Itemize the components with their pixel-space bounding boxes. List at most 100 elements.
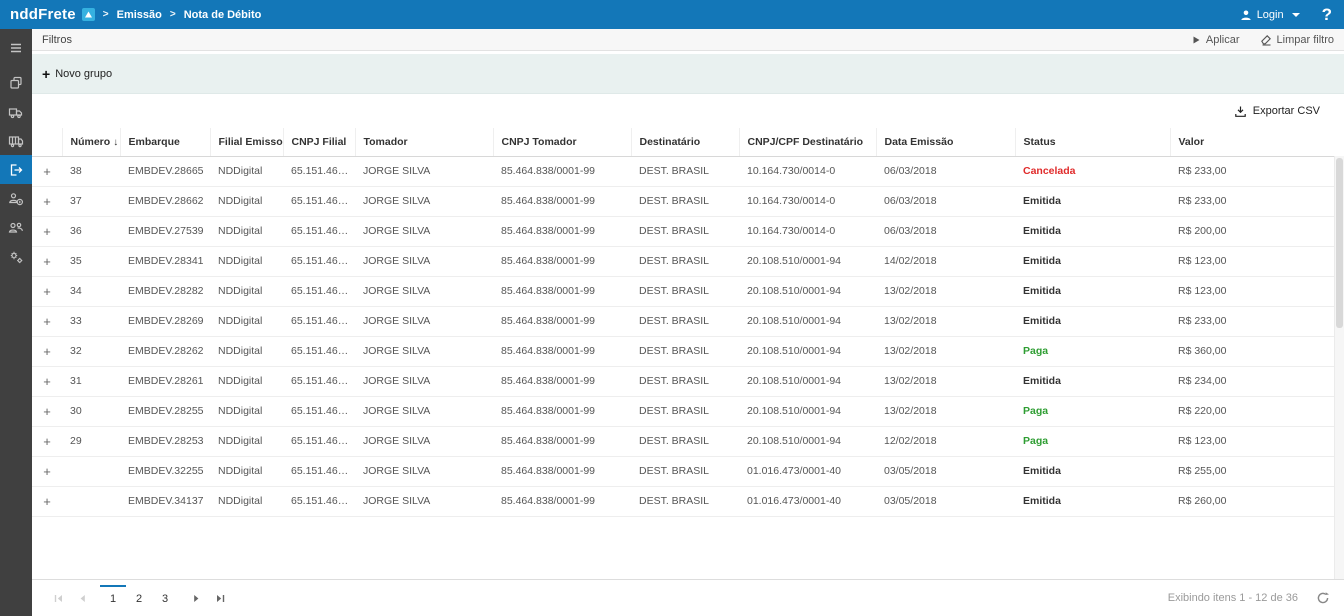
table-row[interactable]: +EMBDEV.34137NDDigital65.151.466/000...J… xyxy=(32,486,1344,516)
billing-icon xyxy=(8,191,24,207)
row-expand-button[interactable]: + xyxy=(32,216,62,246)
page-button-3[interactable]: 3 xyxy=(152,585,178,611)
column-header-cnpj_tomador[interactable]: CNPJ Tomador xyxy=(493,128,631,156)
last-page-button[interactable] xyxy=(208,586,232,610)
row-expand-button[interactable]: + xyxy=(32,186,62,216)
row-expand-button[interactable]: + xyxy=(32,306,62,336)
cell-data_emissao: 03/05/2018 xyxy=(876,486,1015,516)
column-header-tomador[interactable]: Tomador xyxy=(355,128,493,156)
table-row[interactable]: +29EMBDEV.28253NDDigital65.151.466/000..… xyxy=(32,426,1344,456)
table-row[interactable]: +30EMBDEV.28255NDDigital65.151.466/000..… xyxy=(32,396,1344,426)
cell-data_emissao: 13/02/2018 xyxy=(876,276,1015,306)
app-logo-text: nddFrete xyxy=(10,6,76,23)
cell-cnpj_filial: 65.151.466/000... xyxy=(283,456,355,486)
cell-tomador: JORGE SILVA xyxy=(355,306,493,336)
last-page-icon xyxy=(215,593,226,604)
layout: Filtros Aplicar Limpar filtro + Novo gru… xyxy=(0,29,1344,616)
table-row[interactable]: +38EMBDEV.28665NDDigital65.151.466/000..… xyxy=(32,156,1344,186)
row-expand-button[interactable]: + xyxy=(32,246,62,276)
breadcrumb-item-emissao[interactable]: Emissão xyxy=(117,9,162,21)
cell-destinatario: DEST. BRASIL xyxy=(631,216,739,246)
cell-numero: 32 xyxy=(62,336,120,366)
table-row[interactable]: +35EMBDEV.28341NDDigital65.151.466/000..… xyxy=(32,246,1344,276)
cell-destinatario: DEST. BRASIL xyxy=(631,336,739,366)
sidebar xyxy=(0,29,32,616)
row-expand-button[interactable]: + xyxy=(32,156,62,186)
cell-data_emissao: 12/02/2018 xyxy=(876,426,1015,456)
cell-numero: 37 xyxy=(62,186,120,216)
cell-cnpj_destinatario: 20.108.510/0001-94 xyxy=(739,396,876,426)
cell-valor: R$ 200,00 xyxy=(1170,216,1344,246)
cell-embarque: EMBDEV.28282 xyxy=(120,276,210,306)
sidebar-item-emission[interactable] xyxy=(0,155,32,184)
sidebar-item-fleet[interactable] xyxy=(0,126,32,155)
previous-page-button[interactable] xyxy=(70,586,94,610)
cell-numero: 35 xyxy=(62,246,120,276)
help-button[interactable]: ? xyxy=(1310,0,1344,29)
app: nddFrete > Emissão > Nota de Débito Logi… xyxy=(0,0,1344,616)
column-header-cnpj_destinatario[interactable]: CNPJ/CPF Destinatário xyxy=(739,128,876,156)
export-csv-button[interactable]: Exportar CSV xyxy=(1234,105,1320,118)
user-icon xyxy=(1240,9,1252,21)
column-header-data_emissao[interactable]: Data Emissão xyxy=(876,128,1015,156)
column-header-filial[interactable]: Filial Emissora xyxy=(210,128,283,156)
sidebar-item-billing[interactable] xyxy=(0,184,32,213)
cell-valor: R$ 123,00 xyxy=(1170,276,1344,306)
next-page-button[interactable] xyxy=(184,586,208,610)
cell-tomador: JORGE SILVA xyxy=(355,216,493,246)
new-group-button[interactable]: + Novo grupo xyxy=(42,67,112,81)
row-expand-button[interactable]: + xyxy=(32,366,62,396)
column-header-valor[interactable]: Valor xyxy=(1170,128,1344,156)
first-page-icon xyxy=(53,593,64,604)
column-header-numero[interactable]: Número↓ xyxy=(62,128,120,156)
new-group-label: Novo grupo xyxy=(55,68,112,80)
table-row[interactable]: +EMBDEV.32255NDDigital65.151.466/000...J… xyxy=(32,456,1344,486)
vertical-scrollbar[interactable] xyxy=(1334,156,1344,579)
filter-group-panel: + Novo grupo xyxy=(32,54,1344,94)
cell-destinatario: DEST. BRASIL xyxy=(631,486,739,516)
login-menu[interactable]: Login xyxy=(1230,0,1310,29)
sidebar-item-branches[interactable] xyxy=(0,68,32,97)
table-row[interactable]: +37EMBDEV.28662NDDigital65.151.466/000..… xyxy=(32,186,1344,216)
column-header-embarque[interactable]: Embarque xyxy=(120,128,210,156)
cell-status: Emitida xyxy=(1015,186,1170,216)
page-button-2[interactable]: 2 xyxy=(126,585,152,611)
apply-filter-button[interactable]: Aplicar xyxy=(1191,34,1240,46)
sidebar-item-truck[interactable] xyxy=(0,97,32,126)
filters-actions: Aplicar Limpar filtro xyxy=(1191,34,1334,46)
table-row[interactable]: +34EMBDEV.28282NDDigital65.151.466/000..… xyxy=(32,276,1344,306)
table-row[interactable]: +33EMBDEV.28269NDDigital65.151.466/000..… xyxy=(32,306,1344,336)
column-header-destinatario[interactable]: Destinatário xyxy=(631,128,739,156)
table-row[interactable]: +36EMBDEV.27539NDDigital65.151.466/000..… xyxy=(32,216,1344,246)
filters-title: Filtros xyxy=(42,34,72,46)
row-expand-button[interactable]: + xyxy=(32,486,62,516)
cell-tomador: JORGE SILVA xyxy=(355,366,493,396)
cell-filial: NDDigital xyxy=(210,336,283,366)
breadcrumb-item-nota-de-debito[interactable]: Nota de Débito xyxy=(184,9,262,21)
row-expand-button[interactable]: + xyxy=(32,426,62,456)
cell-embarque: EMBDEV.28255 xyxy=(120,396,210,426)
scrollbar-thumb[interactable] xyxy=(1336,158,1343,328)
row-expand-button[interactable]: + xyxy=(32,336,62,366)
export-bar: Exportar CSV xyxy=(32,94,1344,128)
row-expand-button[interactable]: + xyxy=(32,396,62,426)
cell-data_emissao: 06/03/2018 xyxy=(876,156,1015,186)
sort-desc-icon: ↓ xyxy=(113,137,118,148)
column-header-cnpj_filial[interactable]: CNPJ Filial xyxy=(283,128,355,156)
cell-destinatario: DEST. BRASIL xyxy=(631,456,739,486)
row-expand-button[interactable]: + xyxy=(32,276,62,306)
sidebar-menu-button[interactable] xyxy=(0,33,32,62)
sidebar-item-users[interactable] xyxy=(0,213,32,242)
cell-cnpj_tomador: 85.464.838/0001-99 xyxy=(493,336,631,366)
page-button-1[interactable]: 1 xyxy=(100,585,126,611)
table-row[interactable]: +32EMBDEV.28262NDDigital65.151.466/000..… xyxy=(32,336,1344,366)
pager-info: Exibindo itens 1 - 12 de 36 xyxy=(1168,591,1330,605)
refresh-button[interactable] xyxy=(1316,591,1330,605)
sidebar-item-settings[interactable] xyxy=(0,242,32,271)
clear-filter-button[interactable]: Limpar filtro xyxy=(1260,34,1334,46)
first-page-button[interactable] xyxy=(46,586,70,610)
cell-cnpj_filial: 65.151.466/000... xyxy=(283,426,355,456)
row-expand-button[interactable]: + xyxy=(32,456,62,486)
column-header-status[interactable]: Status xyxy=(1015,128,1170,156)
table-row[interactable]: +31EMBDEV.28261NDDigital65.151.466/000..… xyxy=(32,366,1344,396)
